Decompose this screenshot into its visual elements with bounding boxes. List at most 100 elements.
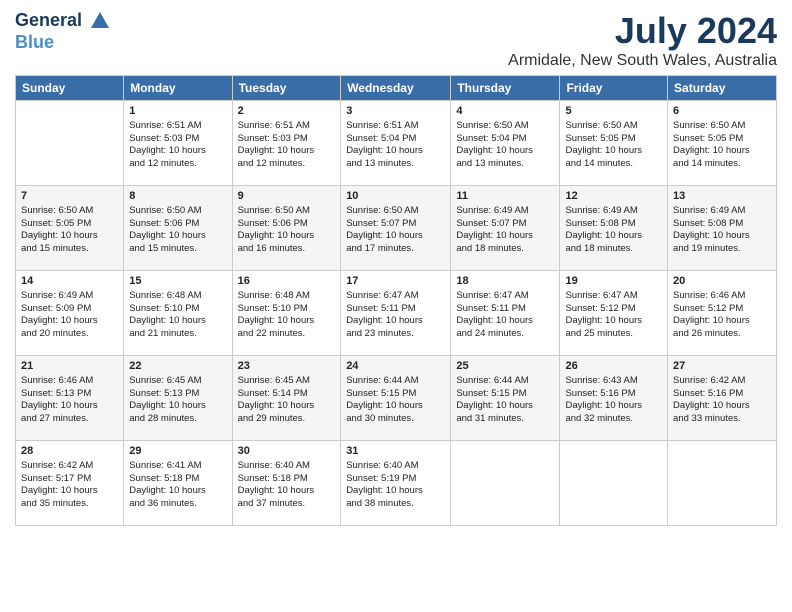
day-number: 13 — [673, 189, 771, 204]
cell-text: Sunrise: 6:46 AM — [21, 375, 118, 388]
cell-text: Sunset: 5:08 PM — [565, 218, 662, 231]
cell-text: Sunrise: 6:51 AM — [238, 120, 336, 133]
calendar-cell: 8Sunrise: 6:50 AMSunset: 5:06 PMDaylight… — [124, 186, 232, 271]
day-number: 2 — [238, 104, 336, 119]
cell-text: Sunrise: 6:49 AM — [673, 205, 771, 218]
cell-text: Sunset: 5:17 PM — [21, 473, 118, 486]
cell-text: Daylight: 10 hours — [456, 400, 554, 413]
day-number: 16 — [238, 274, 336, 289]
cell-text: Sunset: 5:10 PM — [238, 303, 336, 316]
cell-text: Sunset: 5:06 PM — [238, 218, 336, 231]
cell-text: Daylight: 10 hours — [21, 400, 118, 413]
calendar-header-cell: Friday — [560, 76, 668, 101]
cell-text: Sunset: 5:14 PM — [238, 388, 336, 401]
day-number: 30 — [238, 444, 336, 459]
logo: General Blue — [15, 10, 111, 53]
cell-text: Sunset: 5:11 PM — [456, 303, 554, 316]
cell-text: Sunrise: 6:50 AM — [238, 205, 336, 218]
cell-text: Sunset: 5:06 PM — [129, 218, 226, 231]
cell-text: and 19 minutes. — [673, 243, 771, 256]
cell-text: Sunrise: 6:47 AM — [456, 290, 554, 303]
cell-text: Sunrise: 6:46 AM — [673, 290, 771, 303]
calendar-cell: 4Sunrise: 6:50 AMSunset: 5:04 PMDaylight… — [451, 101, 560, 186]
cell-text: Daylight: 10 hours — [673, 315, 771, 328]
calendar-cell: 21Sunrise: 6:46 AMSunset: 5:13 PMDayligh… — [16, 356, 124, 441]
cell-text: Sunrise: 6:49 AM — [565, 205, 662, 218]
cell-text: Sunrise: 6:49 AM — [456, 205, 554, 218]
calendar-week-row: 14Sunrise: 6:49 AMSunset: 5:09 PMDayligh… — [16, 271, 777, 356]
cell-text: Sunset: 5:12 PM — [565, 303, 662, 316]
day-number: 12 — [565, 189, 662, 204]
calendar-cell: 18Sunrise: 6:47 AMSunset: 5:11 PMDayligh… — [451, 271, 560, 356]
day-number: 9 — [238, 189, 336, 204]
cell-text: and 15 minutes. — [129, 243, 226, 256]
calendar-cell — [668, 441, 777, 526]
cell-text: Sunset: 5:18 PM — [129, 473, 226, 486]
day-number: 20 — [673, 274, 771, 289]
cell-text: Daylight: 10 hours — [346, 400, 445, 413]
calendar-header-cell: Tuesday — [232, 76, 341, 101]
cell-text: Daylight: 10 hours — [456, 145, 554, 158]
cell-text: Sunset: 5:09 PM — [21, 303, 118, 316]
day-number: 17 — [346, 274, 445, 289]
cell-text: and 14 minutes. — [565, 158, 662, 171]
cell-text: and 21 minutes. — [129, 328, 226, 341]
cell-text: Sunrise: 6:48 AM — [129, 290, 226, 303]
calendar-cell: 22Sunrise: 6:45 AMSunset: 5:13 PMDayligh… — [124, 356, 232, 441]
cell-text: and 31 minutes. — [456, 413, 554, 426]
day-number: 4 — [456, 104, 554, 119]
cell-text: Sunrise: 6:50 AM — [673, 120, 771, 133]
calendar-cell: 31Sunrise: 6:40 AMSunset: 5:19 PMDayligh… — [341, 441, 451, 526]
day-number: 23 — [238, 359, 336, 374]
calendar-week-row: 28Sunrise: 6:42 AMSunset: 5:17 PMDayligh… — [16, 441, 777, 526]
cell-text: Sunset: 5:08 PM — [673, 218, 771, 231]
cell-text: Daylight: 10 hours — [673, 145, 771, 158]
calendar-cell — [560, 441, 668, 526]
cell-text: and 14 minutes. — [673, 158, 771, 171]
cell-text: Sunset: 5:13 PM — [129, 388, 226, 401]
cell-text: Daylight: 10 hours — [565, 400, 662, 413]
cell-text: Daylight: 10 hours — [21, 315, 118, 328]
cell-text: and 15 minutes. — [21, 243, 118, 256]
cell-text: Sunset: 5:12 PM — [673, 303, 771, 316]
cell-text: and 18 minutes. — [456, 243, 554, 256]
cell-text: Sunset: 5:10 PM — [129, 303, 226, 316]
header: General Blue July 2024 Armidale, New Sou… — [15, 10, 777, 70]
cell-text: Sunset: 5:11 PM — [346, 303, 445, 316]
cell-text: Sunrise: 6:45 AM — [238, 375, 336, 388]
cell-text: Daylight: 10 hours — [238, 400, 336, 413]
cell-text: and 38 minutes. — [346, 498, 445, 511]
day-number: 29 — [129, 444, 226, 459]
calendar-week-row: 7Sunrise: 6:50 AMSunset: 5:05 PMDaylight… — [16, 186, 777, 271]
cell-text: Daylight: 10 hours — [238, 230, 336, 243]
cell-text: and 24 minutes. — [456, 328, 554, 341]
cell-text: Sunset: 5:13 PM — [21, 388, 118, 401]
calendar-cell: 13Sunrise: 6:49 AMSunset: 5:08 PMDayligh… — [668, 186, 777, 271]
cell-text: and 26 minutes. — [673, 328, 771, 341]
calendar-cell: 7Sunrise: 6:50 AMSunset: 5:05 PMDaylight… — [16, 186, 124, 271]
cell-text: and 18 minutes. — [565, 243, 662, 256]
calendar-cell: 10Sunrise: 6:50 AMSunset: 5:07 PMDayligh… — [341, 186, 451, 271]
cell-text: and 12 minutes. — [129, 158, 226, 171]
cell-text: and 13 minutes. — [346, 158, 445, 171]
cell-text: and 33 minutes. — [673, 413, 771, 426]
calendar-cell: 28Sunrise: 6:42 AMSunset: 5:17 PMDayligh… — [16, 441, 124, 526]
calendar-cell: 29Sunrise: 6:41 AMSunset: 5:18 PMDayligh… — [124, 441, 232, 526]
calendar-cell: 27Sunrise: 6:42 AMSunset: 5:16 PMDayligh… — [668, 356, 777, 441]
calendar-header-row: SundayMondayTuesdayWednesdayThursdayFrid… — [16, 76, 777, 101]
cell-text: and 28 minutes. — [129, 413, 226, 426]
calendar-cell: 17Sunrise: 6:47 AMSunset: 5:11 PMDayligh… — [341, 271, 451, 356]
calendar-table: SundayMondayTuesdayWednesdayThursdayFrid… — [15, 75, 777, 526]
calendar-header-cell: Sunday — [16, 76, 124, 101]
cell-text: and 35 minutes. — [21, 498, 118, 511]
cell-text: Daylight: 10 hours — [346, 145, 445, 158]
calendar-header-cell: Saturday — [668, 76, 777, 101]
cell-text: and 25 minutes. — [565, 328, 662, 341]
cell-text: and 30 minutes. — [346, 413, 445, 426]
cell-text: Sunrise: 6:51 AM — [346, 120, 445, 133]
day-number: 8 — [129, 189, 226, 204]
cell-text: and 22 minutes. — [238, 328, 336, 341]
calendar-header-cell: Wednesday — [341, 76, 451, 101]
calendar-cell: 12Sunrise: 6:49 AMSunset: 5:08 PMDayligh… — [560, 186, 668, 271]
calendar-body: 1Sunrise: 6:51 AMSunset: 5:03 PMDaylight… — [16, 101, 777, 526]
